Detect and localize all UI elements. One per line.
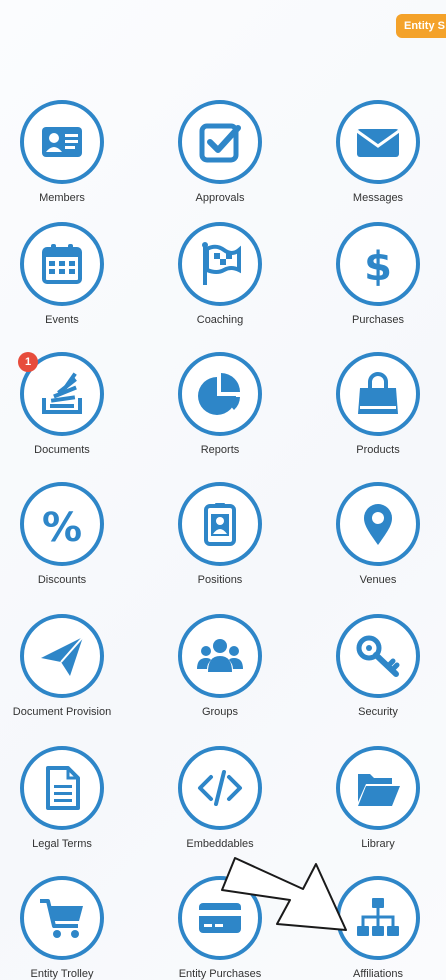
- tile-label: Venues: [359, 574, 397, 586]
- tile-label: Messages: [352, 192, 404, 204]
- tile-approvals[interactable]: Approvals: [150, 100, 290, 220]
- products-circle: [336, 352, 420, 436]
- tile-messages[interactable]: Messages: [308, 100, 446, 220]
- tile-legal-terms[interactable]: Legal Terms: [0, 746, 132, 866]
- library-circle: [336, 746, 420, 830]
- tile-positions[interactable]: Positions: [150, 482, 290, 602]
- calendar-icon: [42, 244, 82, 284]
- flag-icon: [202, 242, 241, 285]
- envelope-icon: [356, 129, 400, 157]
- tile-coaching[interactable]: Coaching: [150, 222, 290, 342]
- tile-discounts[interactable]: % Discounts: [0, 482, 132, 602]
- tile-reports[interactable]: Reports: [150, 352, 290, 472]
- tile-document-provision[interactable]: Document Provision: [0, 614, 132, 734]
- percent-icon: %: [42, 505, 82, 548]
- tile-label: Products: [356, 444, 400, 456]
- tile-label: Library: [361, 838, 395, 850]
- document-provision-circle: [20, 614, 104, 698]
- id-card-icon: [42, 127, 82, 157]
- credit-card-icon: [199, 903, 241, 933]
- tile-entity-trolley[interactable]: Entity Trolley: [0, 876, 132, 980]
- tile-label: Entity Trolley: [30, 968, 94, 980]
- tile-library[interactable]: Library: [308, 746, 446, 866]
- tile-entity-purchases[interactable]: Entity Purchases: [150, 876, 290, 980]
- embeddables-circle: [178, 746, 262, 830]
- tile-events[interactable]: Events: [0, 222, 132, 342]
- members-circle: [20, 100, 104, 184]
- tile-label: Entity Purchases: [178, 968, 262, 980]
- stack-icon: [42, 372, 82, 414]
- tile-label: Reports: [200, 444, 240, 456]
- legal-terms-circle: [20, 746, 104, 830]
- tile-label: Members: [39, 192, 85, 204]
- tile-purchases[interactable]: $ Purchases: [308, 222, 446, 342]
- reports-circle: [178, 352, 262, 436]
- paper-plane-icon: [41, 636, 84, 676]
- badge-id-icon: [204, 503, 236, 546]
- tile-label: Affiliations: [353, 968, 403, 980]
- tile-label: Approvals: [195, 192, 245, 204]
- tile-label: Documents: [34, 444, 90, 456]
- messages-circle: [336, 100, 420, 184]
- dashboard-page: Entity S Members Approvals Messages Even…: [0, 0, 446, 980]
- entity-switch-button[interactable]: Entity S: [396, 14, 446, 38]
- users-icon: [197, 639, 243, 672]
- tile-venues[interactable]: Venues: [308, 482, 446, 602]
- tile-label: Security: [358, 706, 398, 718]
- positions-circle: [178, 482, 262, 566]
- approvals-circle: [178, 100, 262, 184]
- coaching-circle: [178, 222, 262, 306]
- code-icon: [198, 770, 242, 806]
- groups-circle: [178, 614, 262, 698]
- tile-security[interactable]: Security: [308, 614, 446, 734]
- notification-badge: 1: [18, 352, 38, 372]
- key-icon: [356, 635, 400, 677]
- purchases-circle: $: [336, 222, 420, 306]
- tile-label: Embeddables: [186, 838, 254, 850]
- folder-open-icon: [358, 774, 400, 806]
- tile-label: Discounts: [37, 574, 87, 586]
- security-circle: [336, 614, 420, 698]
- check-square-icon: [199, 123, 241, 163]
- shopping-cart-icon: [40, 899, 83, 938]
- tile-label: Document Provision: [12, 706, 112, 718]
- map-marker-icon: [364, 504, 392, 545]
- tile-label: Coaching: [196, 314, 244, 326]
- tile-label: Legal Terms: [32, 838, 92, 850]
- tile-documents[interactable]: 1 Documents: [0, 352, 132, 472]
- tile-products[interactable]: Products: [308, 352, 446, 472]
- svg-text:$: $: [364, 244, 392, 288]
- shopping-bag-icon: [358, 372, 398, 414]
- pie-chart-icon: [198, 373, 240, 415]
- tile-label: Positions: [197, 574, 243, 586]
- entity-purchases-circle: [178, 876, 262, 960]
- discounts-circle: %: [20, 482, 104, 566]
- venues-circle: [336, 482, 420, 566]
- tile-affiliations[interactable]: Affiliations: [308, 876, 446, 980]
- events-circle: [20, 222, 104, 306]
- affiliations-circle: [336, 876, 420, 960]
- tile-label: Groups: [201, 706, 239, 718]
- tile-members[interactable]: Members: [0, 100, 132, 220]
- tile-embeddables[interactable]: Embeddables: [150, 746, 290, 866]
- entity-trolley-circle: [20, 876, 104, 960]
- tile-label: Purchases: [352, 314, 404, 326]
- dollar-icon: $: [364, 244, 392, 288]
- svg-text:%: %: [42, 505, 82, 548]
- tile-groups[interactable]: Groups: [150, 614, 290, 734]
- sitemap-icon: [357, 898, 399, 936]
- document-icon: [46, 766, 80, 810]
- tile-label: Events: [45, 314, 79, 326]
